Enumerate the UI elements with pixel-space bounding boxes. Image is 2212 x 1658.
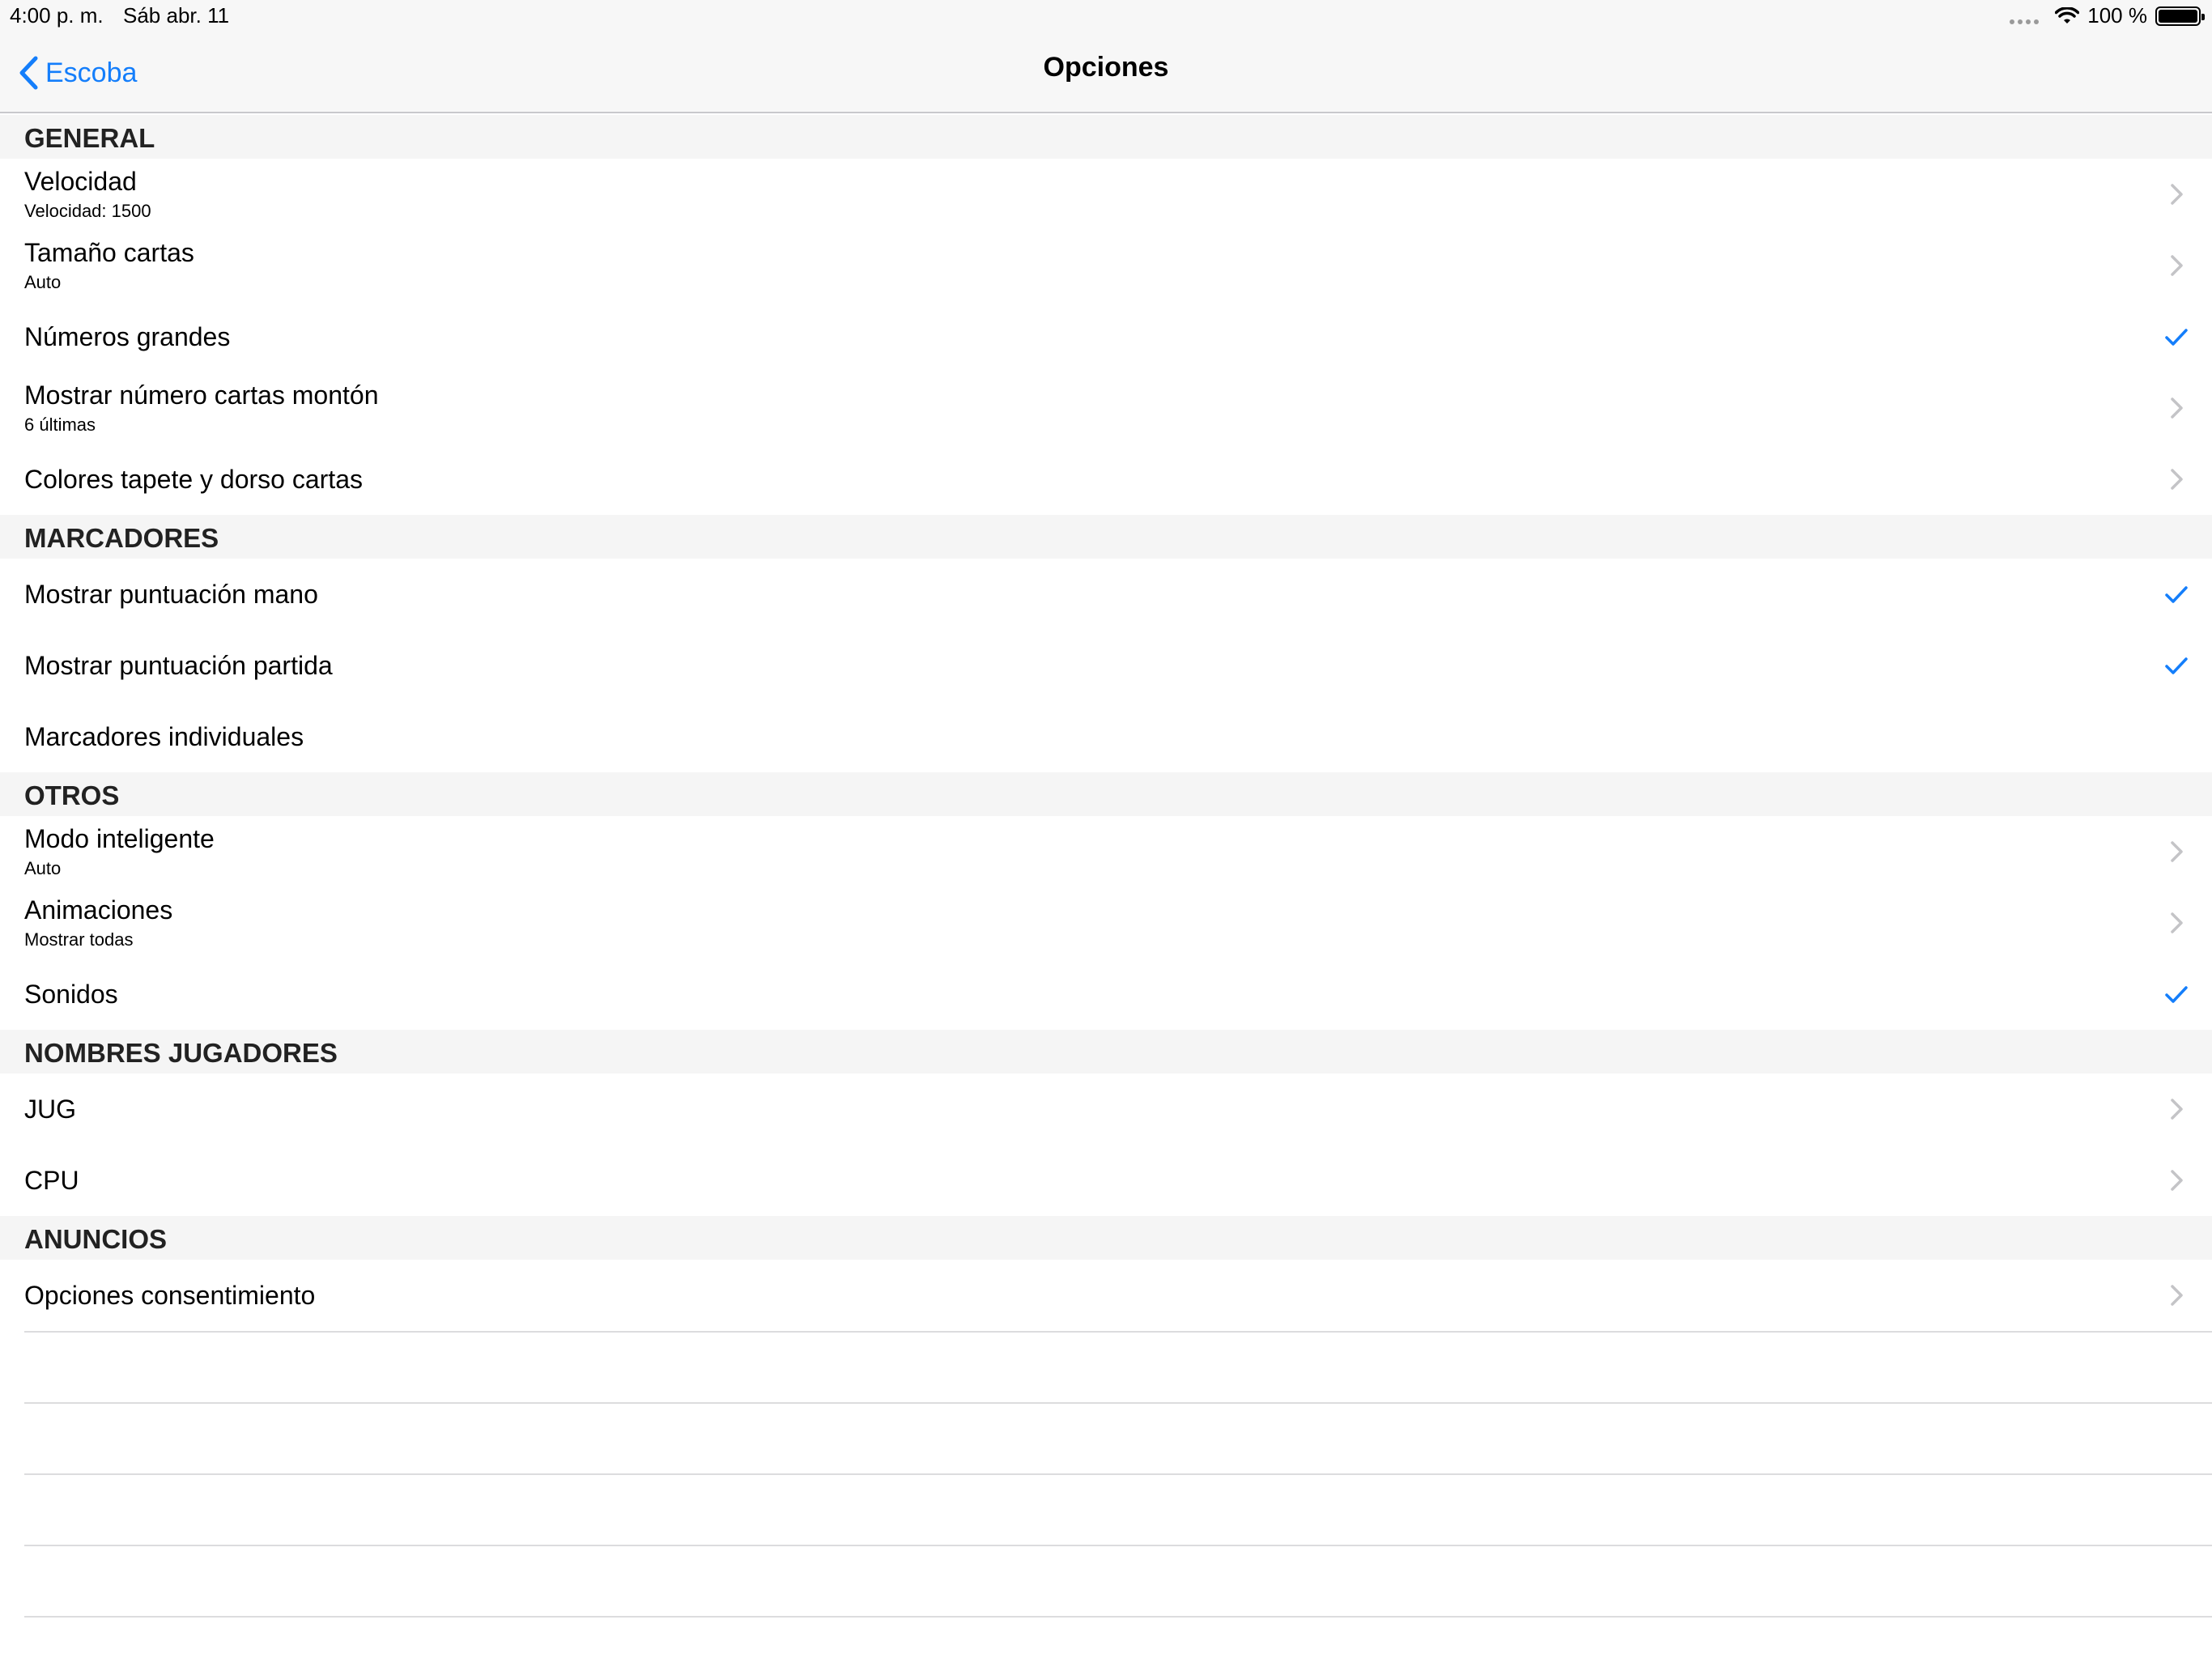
row-label: Mostrar puntuación partida: [24, 651, 333, 680]
battery-icon: [2155, 6, 2205, 26]
checkmark-icon: [2163, 324, 2189, 350]
navigation-bar: Escoba Opciones: [0, 32, 2212, 113]
chevron-icon: [2163, 181, 2189, 207]
chevron-icon: [2163, 395, 2189, 421]
section-header: MARCADORES: [0, 515, 2212, 559]
row-label: Sonidos: [24, 980, 118, 1009]
chevron-icon: [2163, 1096, 2189, 1122]
settings-row[interactable]: Colores tapete y dorso cartas: [0, 444, 2212, 515]
section-header: ANUNCIOS: [0, 1216, 2212, 1260]
row-label: Tamaño cartas: [24, 238, 194, 267]
status-time: 4:00 p. m.: [10, 3, 104, 28]
chevron-icon: [2163, 253, 2189, 278]
settings-row[interactable]: Modo inteligente Auto: [0, 816, 2212, 889]
row-label: Velocidad: [24, 167, 137, 196]
row-label: Mostrar número cartas montón: [24, 380, 379, 410]
settings-row[interactable]: CPU: [0, 1145, 2212, 1216]
settings-row[interactable]: Mostrar puntuación partida: [0, 630, 2212, 703]
row-detail: Auto: [24, 858, 62, 878]
settings-row[interactable]: Números grandes: [0, 301, 2212, 374]
settings-row[interactable]: Sonidos: [0, 959, 2212, 1030]
row-label: CPU: [24, 1166, 79, 1195]
settings-row[interactable]: Mostrar número cartas montón 6 últimas: [0, 372, 2212, 445]
row-detail: 6 últimas: [24, 414, 96, 435]
row-detail: Auto: [24, 272, 62, 292]
status-date: Sáb abr. 11: [123, 3, 230, 28]
wifi-icon: [2055, 6, 2080, 23]
row-detail: Mostrar todas: [24, 929, 134, 950]
checkmark-icon: [2163, 653, 2189, 678]
row-label: Colores tapete y dorso cartas: [24, 465, 363, 494]
settings-row[interactable]: Mostrar puntuación mano: [0, 559, 2212, 631]
settings-row[interactable]: Tamaño cartas Auto: [0, 230, 2212, 303]
row-label: Números grandes: [24, 322, 231, 351]
empty-row: [24, 1404, 2212, 1475]
checkmark-icon: [2163, 581, 2189, 607]
row-label: Opciones consentimiento: [24, 1281, 316, 1310]
chevron-icon: [2163, 466, 2189, 492]
status-bar: 4:00 p. m. Sáb abr. 11 100 %: [0, 0, 2212, 32]
status-right: 100 %: [2010, 3, 2205, 28]
section-header: NOMBRES JUGADORES: [0, 1030, 2212, 1073]
row-label: Animaciones: [24, 895, 173, 925]
row-label: Modo inteligente: [24, 824, 215, 853]
settings-table: GENERAL Velocidad Velocidad: 1500 Tamaño ca…: [0, 115, 2212, 1618]
cellular-signal-icon: [2010, 8, 2040, 24]
section-header: OTROS: [0, 772, 2212, 816]
row-label: Mostrar puntuación mano: [24, 580, 318, 609]
settings-row[interactable]: Opciones consentimiento: [0, 1260, 2212, 1331]
settings-row[interactable]: Marcadores individuales: [0, 701, 2212, 772]
row-label: JUG: [24, 1095, 76, 1124]
empty-row: [24, 1333, 2212, 1404]
row-label: Marcadores individuales: [24, 722, 304, 751]
row-detail: Velocidad: 1500: [24, 201, 151, 221]
chevron-icon: [2163, 1282, 2189, 1308]
checkmark-icon: [2163, 981, 2189, 1007]
settings-row[interactable]: Velocidad Velocidad: 1500: [0, 159, 2212, 232]
settings-row[interactable]: Animaciones Mostrar todas: [0, 887, 2212, 960]
chevron-icon: [2163, 910, 2189, 936]
section-header: GENERAL: [0, 115, 2212, 159]
empty-row: [24, 1475, 2212, 1546]
chevron-icon: [2163, 1167, 2189, 1193]
chevron-icon: [2163, 839, 2189, 865]
page-title: Opciones: [1043, 52, 1169, 83]
settings-row[interactable]: JUG: [0, 1073, 2212, 1146]
battery-percent: 100 %: [2087, 3, 2147, 28]
empty-row: [24, 1546, 2212, 1618]
